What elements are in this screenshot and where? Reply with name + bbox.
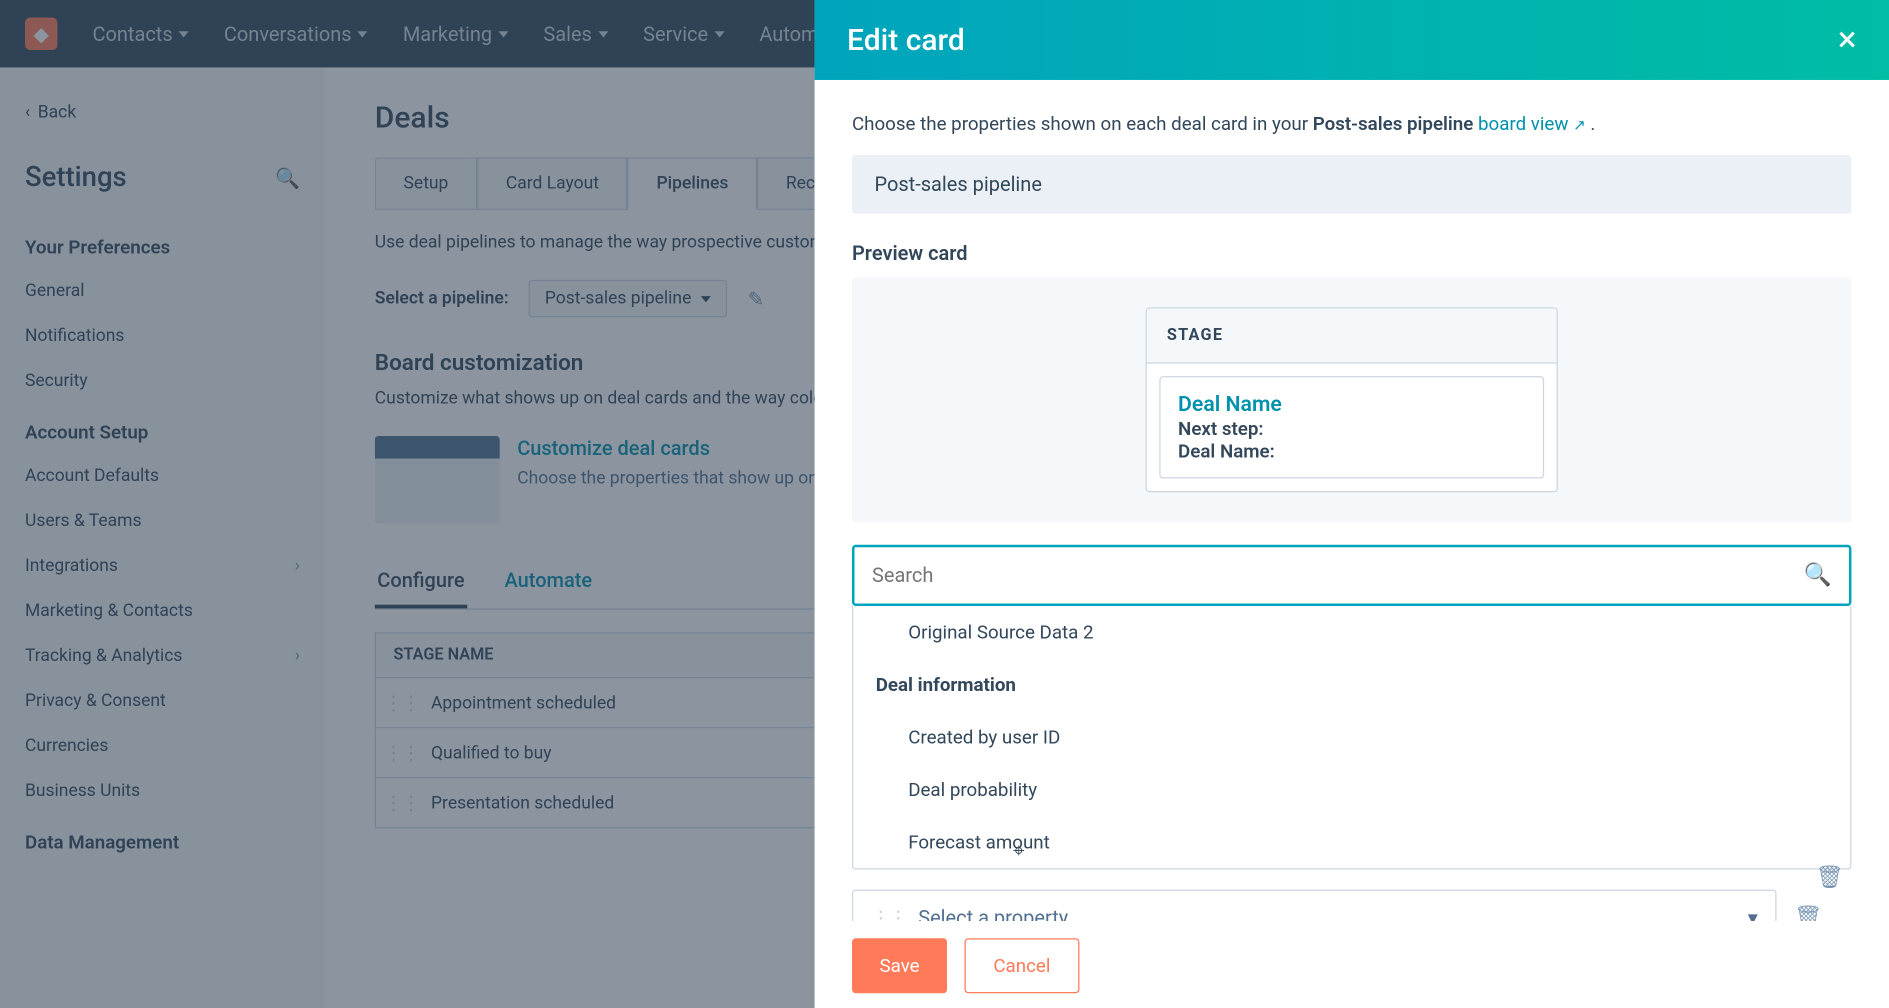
preview-row: Deal Name: xyxy=(1178,440,1525,462)
dropdown-option[interactable]: Original Source Data 2 xyxy=(853,606,1850,658)
dropdown-option[interactable]: Deal probability xyxy=(853,763,1850,815)
search-input[interactable] xyxy=(872,563,1803,587)
board-view-link[interactable]: board view ↗ xyxy=(1478,112,1586,134)
save-button[interactable]: Save xyxy=(852,938,947,993)
panel-footer: Save Cancel xyxy=(815,921,1889,1008)
dropdown-group-label: Deal information xyxy=(853,658,1850,710)
preview-stage-label: STAGE xyxy=(1147,309,1557,364)
property-dropdown-list[interactable]: Original Source Data 2 Deal information … xyxy=(852,606,1851,870)
property-search-combo: 🔍 Original Source Data 2 Deal informatio… xyxy=(852,545,1851,870)
close-icon[interactable]: × xyxy=(1838,22,1857,57)
trash-icon[interactable]: 🗑 xyxy=(1815,865,1844,891)
dropdown-option[interactable]: Created by user ID xyxy=(853,711,1850,763)
grip-icon[interactable]: ⋮⋮ xyxy=(871,906,906,921)
external-link-icon: ↗ xyxy=(1573,116,1586,133)
trash-icon[interactable]: 🗑 xyxy=(1794,905,1823,921)
chevron-down-icon: ▾ xyxy=(1748,906,1758,921)
preview-card-label: Preview card xyxy=(852,241,1851,265)
panel-header: Edit card × xyxy=(815,0,1889,80)
preview-card: STAGE Deal Name Next step: Deal Name: xyxy=(1146,307,1558,492)
pipeline-name-box: Post-sales pipeline xyxy=(852,155,1851,214)
edit-card-panel: Edit card × Choose the properties shown … xyxy=(815,0,1889,1008)
panel-intro: Choose the properties shown on each deal… xyxy=(852,112,1851,134)
search-box[interactable]: 🔍 xyxy=(852,545,1851,606)
panel-title: Edit card xyxy=(847,22,965,57)
select-property-dropdown[interactable]: ⋮⋮ Select a property ▾ xyxy=(852,890,1777,921)
search-icon: 🔍 xyxy=(1804,562,1832,588)
select-property-row: ⋮⋮ Select a property ▾ 🗑 xyxy=(852,890,1851,921)
panel-body: Choose the properties shown on each deal… xyxy=(815,80,1889,921)
cancel-button[interactable]: Cancel xyxy=(965,938,1080,993)
preview-deal-name: Deal Name xyxy=(1178,392,1525,417)
preview-row: Next step: xyxy=(1178,417,1525,439)
dropdown-option[interactable]: Forecast amount ⌖ xyxy=(853,816,1850,868)
preview-zone: STAGE Deal Name Next step: Deal Name: xyxy=(852,277,1851,522)
